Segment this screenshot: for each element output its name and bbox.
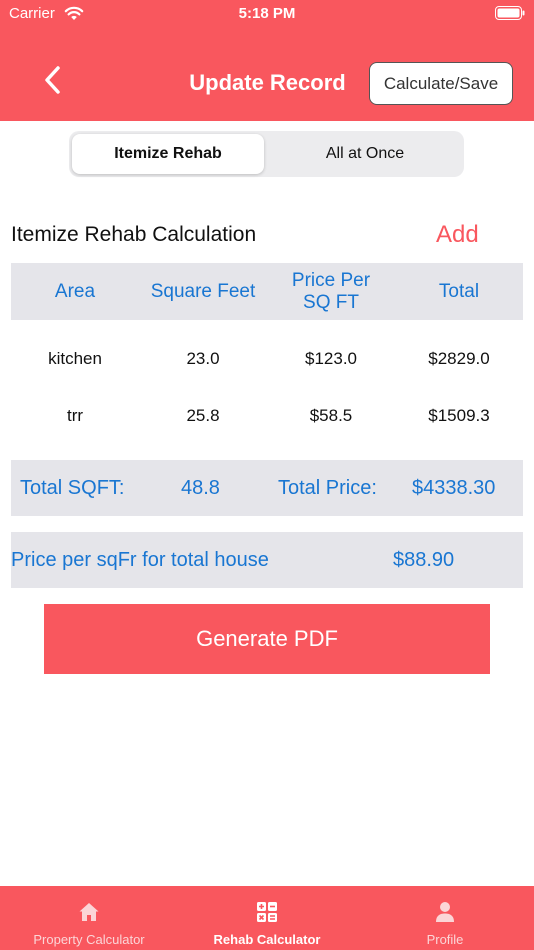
calculate-save-button[interactable]: Calculate/Save — [369, 62, 513, 105]
chevron-left-icon — [45, 66, 60, 94]
cell-price-per-sqft: $58.5 — [309, 406, 353, 425]
nav-header: Carrier 5:18 PM Update Record Calculate/… — [0, 0, 534, 121]
calculator-icon — [257, 902, 277, 922]
home-icon — [79, 903, 99, 921]
tab-property-calculator[interactable]: Property Calculator — [0, 886, 178, 950]
battery-icon — [495, 6, 525, 20]
total-price-label: Total Price: — [278, 477, 377, 499]
tab-rehab-calculator[interactable]: Rehab Calculator — [178, 886, 356, 950]
header-price-per-sqft-text: Price Per SQ FT — [291, 269, 371, 313]
total-sqft-label: Total SQFT: — [20, 477, 125, 499]
price-per-sqft-label: Price per sqFr for total house — [11, 549, 269, 571]
cell-total: $1509.3 — [428, 406, 490, 425]
person-icon — [436, 902, 454, 922]
generate-pdf-button[interactable]: Generate PDF — [44, 604, 490, 674]
tab-label: Profile — [426, 932, 464, 947]
tab-profile[interactable]: Profile — [356, 886, 534, 950]
tab-label: Property Calculator — [33, 932, 145, 947]
back-button[interactable] — [30, 60, 74, 100]
header-square-feet: Square Feet — [150, 280, 256, 302]
segment-all-at-once[interactable]: All at Once — [269, 134, 461, 174]
tab-bar: Property Calculator Rehab Calculator Pro… — [0, 886, 534, 950]
segmented-control: Itemize Rehab All at Once — [69, 131, 464, 177]
add-button[interactable]: Add — [436, 221, 479, 249]
cell-area: trr — [66, 406, 84, 425]
segment-itemize-rehab[interactable]: Itemize Rehab — [72, 134, 264, 174]
header-price-per-sqft: Price Per SQ FT — [267, 263, 395, 320]
table-row[interactable]: trr 25.8 $58.5 $1509.3 — [11, 396, 523, 436]
total-sqft-value: 48.8 — [181, 477, 220, 499]
status-time: 5:18 PM — [238, 5, 296, 22]
cell-area: kitchen — [48, 349, 102, 368]
page-title: Update Record — [189, 70, 346, 95]
cell-square-feet: 23.0 — [186, 349, 220, 368]
price-per-sqft-value: $88.90 — [393, 549, 455, 571]
section-title: Itemize Rehab Calculation — [11, 223, 257, 246]
totals-bar: Total SQFT: 48.8 Total Price: $4338.30 — [11, 460, 523, 516]
table-row[interactable]: kitchen 23.0 $123.0 $2829.0 — [11, 339, 523, 379]
cell-total: $2829.0 — [428, 349, 490, 368]
total-price-value: $4338.30 — [412, 477, 496, 499]
tab-label: Rehab Calculator — [213, 932, 321, 947]
status-bar: Carrier 5:18 PM — [0, 0, 534, 30]
cell-square-feet: 25.8 — [186, 406, 220, 425]
table-header: Area Square Feet Price Per SQ FT Total — [11, 263, 523, 320]
price-per-sqft-bar: Price per sqFr for total house $88.90 — [11, 532, 523, 588]
cell-price-per-sqft: $123.0 — [305, 349, 357, 368]
header-total: Total — [438, 280, 480, 302]
header-area: Area — [54, 280, 96, 302]
